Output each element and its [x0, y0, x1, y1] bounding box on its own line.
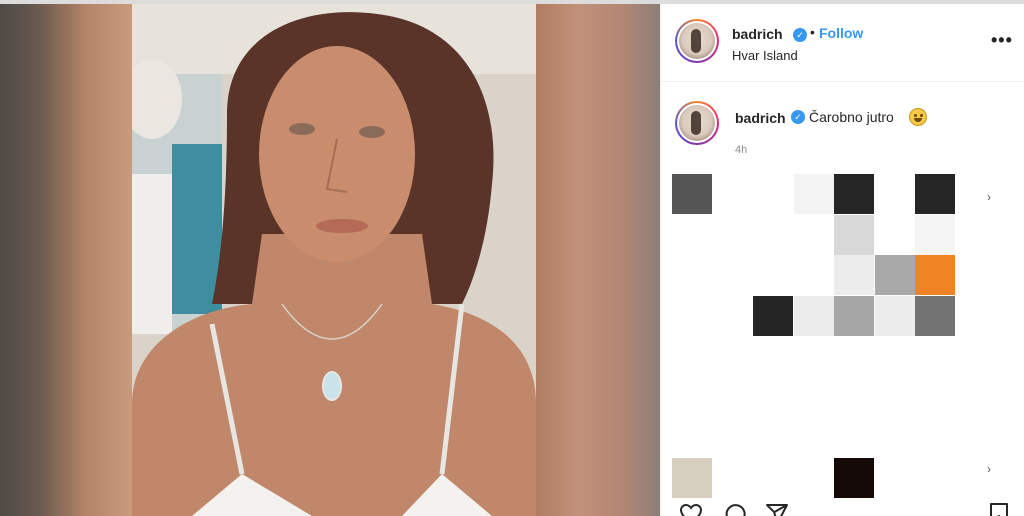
post-media[interactable]: [0, 4, 660, 516]
redaction-block: [875, 296, 915, 336]
redaction-block: [672, 458, 712, 498]
redaction-block: [915, 296, 955, 336]
chevron-right-icon[interactable]: ›: [987, 190, 991, 204]
verified-badge-icon: ✓: [791, 110, 805, 124]
redaction-block: [834, 215, 874, 255]
chevron-right-icon[interactable]: ›: [987, 462, 991, 476]
media-blur-right: [536, 4, 660, 516]
grinning-face-emoji-icon: [909, 108, 927, 126]
separator-dot: •: [810, 24, 815, 40]
caption-text: Čarobno jutro: [809, 109, 894, 125]
author-username[interactable]: badrich: [732, 26, 783, 42]
post-timestamp[interactable]: 4h: [735, 144, 747, 156]
follow-button[interactable]: Follow: [819, 25, 863, 41]
redaction-block: [794, 296, 834, 336]
caption-username[interactable]: badrich: [735, 110, 786, 126]
media-blur-left: [0, 4, 132, 516]
verified-badge-icon: ✓: [793, 28, 807, 42]
redaction-block: [834, 174, 874, 214]
redaction-block: [915, 174, 955, 214]
redaction-block: [915, 255, 955, 295]
comment-icon[interactable]: [723, 502, 747, 516]
redaction-block: [875, 255, 915, 295]
redaction-block: [672, 174, 712, 214]
heart-icon[interactable]: [679, 502, 703, 516]
post-sidebar: badrich ✓ • Follow Hvar Island ••• badri…: [660, 4, 1024, 516]
redaction-block: [753, 296, 793, 336]
location-link[interactable]: Hvar Island: [732, 48, 798, 63]
redaction-block: [834, 296, 874, 336]
action-bar: [661, 500, 1024, 516]
author-avatar[interactable]: [675, 19, 719, 63]
avatar-photo: [679, 23, 715, 59]
redaction-block: [915, 215, 955, 255]
redaction-block: [834, 458, 874, 498]
redaction-block: [834, 255, 874, 295]
caption-author-avatar[interactable]: [675, 101, 719, 145]
post-photo[interactable]: [132, 4, 536, 516]
redaction-block: [794, 174, 834, 214]
selfie-image: [132, 4, 536, 516]
save-icon[interactable]: [987, 502, 1011, 516]
post-header: badrich ✓ • Follow Hvar Island •••: [661, 4, 1024, 82]
share-icon[interactable]: [765, 502, 789, 516]
avatar-photo: [679, 105, 715, 141]
more-options-icon[interactable]: •••: [991, 31, 1013, 49]
